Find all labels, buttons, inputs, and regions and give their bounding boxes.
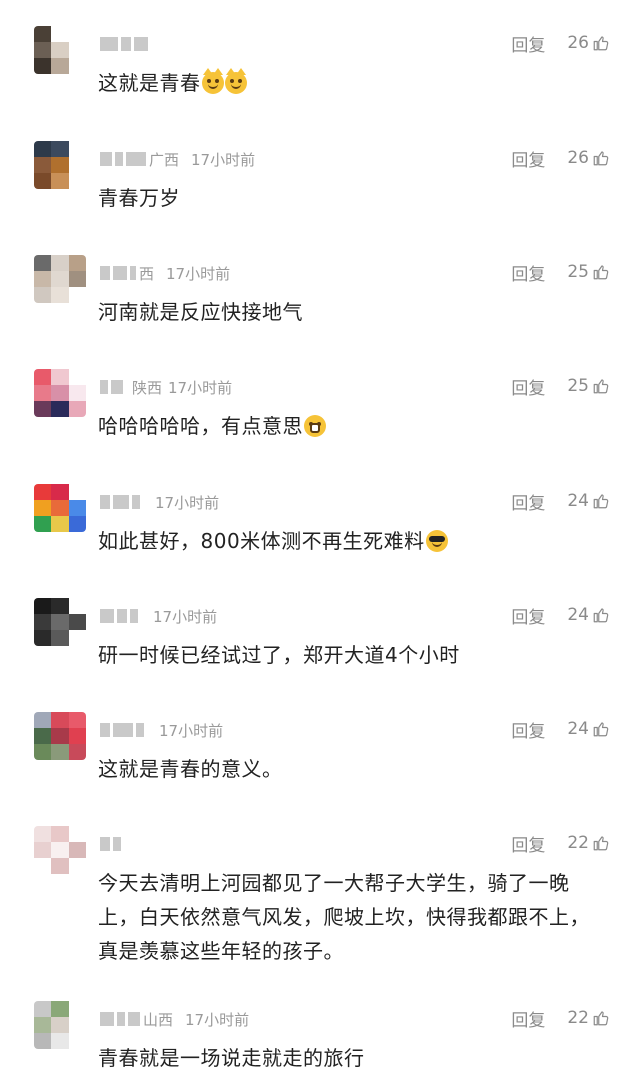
comment-meta: 陕西 17小时前 bbox=[100, 375, 232, 399]
nickname-blurred[interactable]: 广西 bbox=[100, 149, 179, 170]
avatar[interactable] bbox=[34, 26, 86, 74]
comment-body: 这就是青春的意义。 bbox=[98, 757, 283, 781]
comment-text: 研一时候已经试过了，郑开大道4个小时 bbox=[98, 638, 608, 672]
nickname-blurred[interactable]: 山西 bbox=[100, 1009, 173, 1030]
comment-body: 青春万岁 bbox=[98, 186, 180, 210]
nickname-blurred[interactable]: 西 bbox=[100, 263, 154, 284]
avatar[interactable] bbox=[34, 255, 86, 303]
nickname-visible-fragment: 西 bbox=[139, 264, 155, 283]
nickname-blurred[interactable] bbox=[100, 495, 143, 509]
comment-meta: 17小时前 bbox=[100, 718, 223, 742]
comment-text: 这就是青春 bbox=[98, 66, 608, 100]
thumbs-up-icon[interactable] bbox=[592, 834, 610, 852]
timestamp: 17小时前 bbox=[153, 607, 218, 626]
cat-smirk-emoji bbox=[224, 68, 247, 94]
timestamp: 17小时前 bbox=[168, 378, 233, 397]
comment-actions: 回复 24 bbox=[511, 488, 610, 514]
comment-actions: 回复 25 bbox=[511, 259, 610, 285]
like-count: 25 bbox=[567, 262, 589, 282]
avatar[interactable] bbox=[34, 141, 86, 189]
avatar[interactable] bbox=[34, 369, 86, 417]
comment-meta: 17小时前 bbox=[100, 604, 217, 628]
timestamp: 17小时前 bbox=[166, 264, 231, 283]
comment-body: 河南就是反应快接地气 bbox=[98, 300, 303, 324]
thumbs-up-icon[interactable] bbox=[592, 377, 610, 395]
avatar[interactable] bbox=[34, 598, 86, 646]
comment-meta: 广西 17小时前 bbox=[100, 147, 255, 171]
like-count: 24 bbox=[567, 605, 589, 625]
comment-body: 如此甚好，800米体测不再生死难料 bbox=[98, 529, 425, 553]
cat-smirk-emoji bbox=[201, 68, 224, 94]
comment-text: 青春就是一场说走就走的旅行 bbox=[98, 1041, 608, 1075]
nickname-visible-fragment: 山西 bbox=[143, 1010, 174, 1029]
nickname-blurred[interactable] bbox=[100, 723, 147, 737]
reply-button[interactable]: 回复 bbox=[511, 603, 545, 628]
comment-actions: 回复 22 bbox=[511, 830, 610, 856]
reply-button[interactable]: 回复 bbox=[511, 31, 545, 56]
timestamp: 17小时前 bbox=[185, 1010, 250, 1029]
nickname-blurred[interactable] bbox=[100, 837, 124, 851]
avatar[interactable] bbox=[34, 826, 86, 874]
comment-meta bbox=[100, 832, 136, 856]
like-count: 25 bbox=[567, 376, 589, 396]
comment-meta: 17小时前 bbox=[100, 490, 219, 514]
like-count: 24 bbox=[567, 719, 589, 739]
reply-button[interactable]: 回复 bbox=[511, 146, 545, 171]
comment-actions: 回复 24 bbox=[511, 602, 610, 628]
comment-text: 今天去清明上河园都见了一大帮子大学生，骑了一晚上，白天依然意气风发，爬坡上坎，快… bbox=[98, 866, 608, 968]
thumbs-up-icon[interactable] bbox=[592, 263, 610, 281]
thumbs-up-icon[interactable] bbox=[592, 149, 610, 167]
location-label: 陕西 bbox=[132, 378, 163, 397]
comment-text: 如此甚好，800米体测不再生死难料 bbox=[98, 524, 608, 558]
avatar[interactable] bbox=[34, 712, 86, 760]
comment-text: 这就是青春的意义。 bbox=[98, 752, 608, 786]
comment-meta: 西 17小时前 bbox=[100, 261, 230, 285]
reply-button[interactable]: 回复 bbox=[511, 717, 545, 742]
comment-body: 研一时候已经试过了，郑开大道4个小时 bbox=[98, 643, 460, 667]
comment-text: 河南就是反应快接地气 bbox=[98, 295, 608, 329]
comment-body: 今天去清明上河园都见了一大帮子大学生，骑了一晚上，白天依然意气风发，爬坡上坎，快… bbox=[98, 871, 590, 963]
nickname-blurred[interactable] bbox=[100, 609, 141, 623]
like-count: 24 bbox=[567, 491, 589, 511]
nickname-blurred[interactable] bbox=[100, 37, 151, 51]
comment-text: 哈哈哈哈哈，有点意思 bbox=[98, 409, 608, 443]
comment-actions: 回复 26 bbox=[511, 145, 610, 171]
thumbs-up-icon[interactable] bbox=[592, 720, 610, 738]
sunglasses-emoji bbox=[425, 530, 448, 552]
like-count: 22 bbox=[567, 1008, 589, 1028]
comment-actions: 回复 25 bbox=[511, 373, 610, 399]
avatar[interactable] bbox=[34, 1001, 86, 1049]
like-count: 26 bbox=[567, 148, 589, 168]
comment-body: 这就是青春 bbox=[98, 71, 201, 95]
comment-actions: 回复 24 bbox=[511, 716, 610, 742]
comment-meta bbox=[100, 32, 163, 56]
avatar[interactable] bbox=[34, 484, 86, 532]
comment-body: 青春就是一场说走就走的旅行 bbox=[98, 1046, 365, 1070]
thumbs-up-icon[interactable] bbox=[592, 1009, 610, 1027]
like-count: 22 bbox=[567, 833, 589, 853]
thumbs-up-icon[interactable] bbox=[592, 606, 610, 624]
timestamp: 17小时前 bbox=[155, 493, 220, 512]
like-count: 26 bbox=[567, 33, 589, 53]
nickname-blurred[interactable] bbox=[100, 380, 126, 394]
reply-button[interactable]: 回复 bbox=[511, 831, 545, 856]
reply-button[interactable]: 回复 bbox=[511, 489, 545, 514]
comment-actions: 回复 22 bbox=[511, 1005, 610, 1031]
thumbs-up-icon[interactable] bbox=[592, 492, 610, 510]
comment-actions: 回复 26 bbox=[511, 30, 610, 56]
reply-button[interactable]: 回复 bbox=[511, 374, 545, 399]
reply-button[interactable]: 回复 bbox=[511, 1006, 545, 1031]
comment-body: 哈哈哈哈哈，有点意思 bbox=[98, 414, 303, 438]
timestamp: 17小时前 bbox=[191, 150, 256, 169]
nickname-visible-fragment: 广西 bbox=[149, 150, 180, 169]
thumbs-up-icon[interactable] bbox=[592, 34, 610, 52]
reply-button[interactable]: 回复 bbox=[511, 260, 545, 285]
comment-meta: 山西 17小时前 bbox=[100, 1007, 249, 1031]
comment-text: 青春万岁 bbox=[98, 181, 608, 215]
timestamp: 17小时前 bbox=[159, 721, 224, 740]
grin-emoji bbox=[304, 415, 326, 437]
